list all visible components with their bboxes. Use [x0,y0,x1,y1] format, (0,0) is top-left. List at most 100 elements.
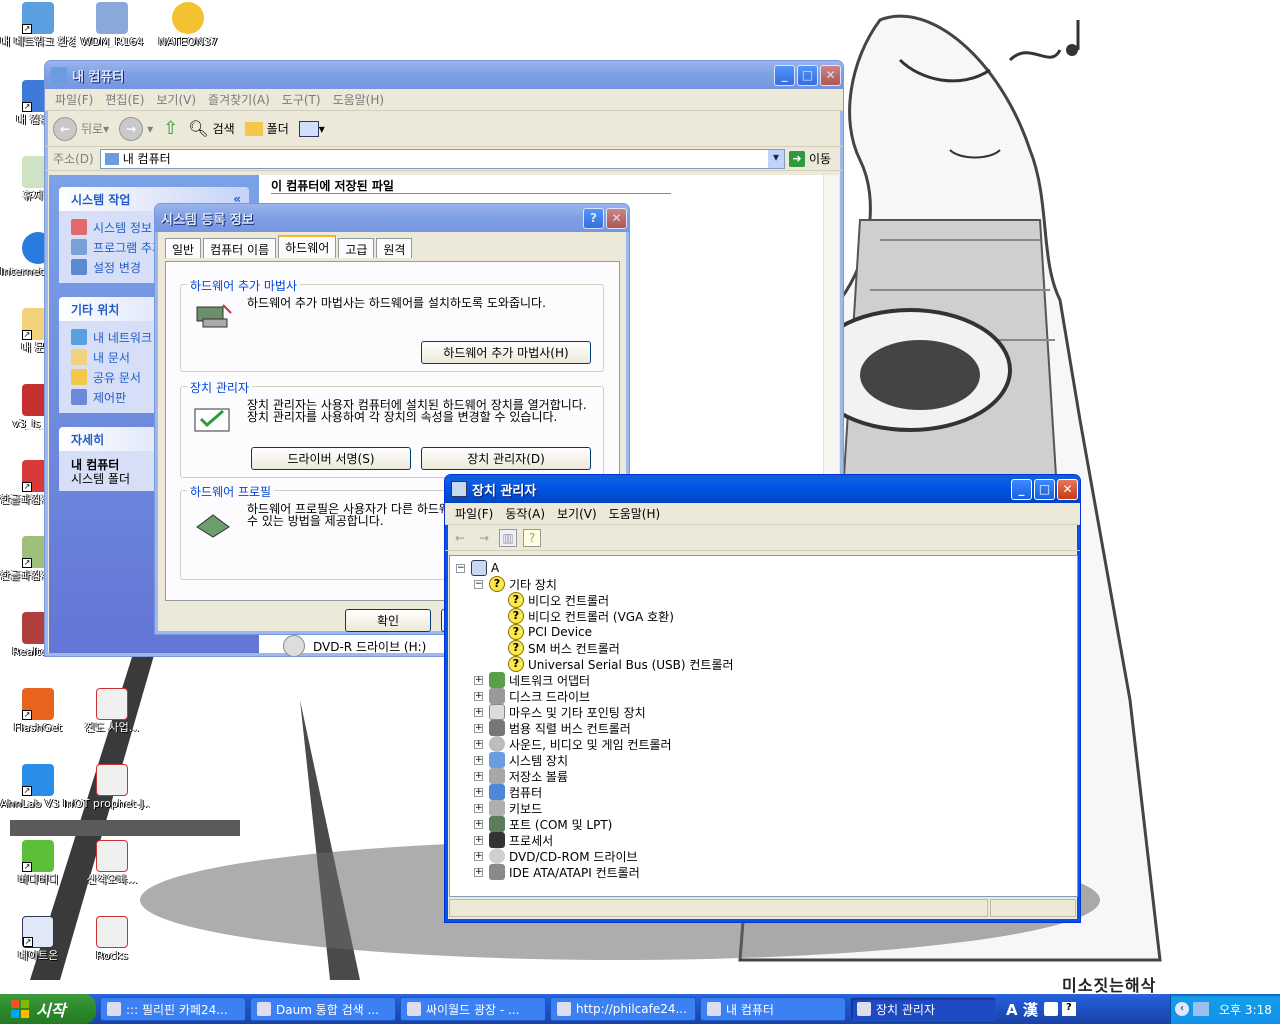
dropdown-arrow-icon[interactable]: ▾ [768,149,784,168]
up-folder-button[interactable]: ⇧ [163,118,178,139]
minimize-button[interactable]: _ [1011,478,1032,500]
device-manager-button[interactable]: 장치 관리자(D) [421,447,591,470]
go-button[interactable]: ➜ 이동 [789,150,839,167]
sysprop-titlebar[interactable]: 시스템 등록 정보 ? ✕ [155,204,629,232]
menu-file[interactable]: 파일(F) [449,503,499,524]
expand-icon[interactable]: + [474,819,483,829]
tree-category-ports[interactable]: + 포트 (COM 및 LPT) [474,816,612,832]
tree-device-item[interactable]: ? SM 버스 컨트롤러 [508,640,620,656]
desktop-icon-buddybuddy[interactable]: ↗ 버디버디 [0,840,76,886]
desktop-icon-ahnlab[interactable]: ↗ AhnLab V3 Internet S... [0,764,76,810]
language-bar[interactable]: A 漢 ? [1006,994,1166,1024]
maximize-button[interactable]: □ [797,64,818,86]
taskbar-button[interactable]: 내 컴퓨터 [700,997,846,1021]
tree-category-mouse[interactable]: + 마우스 및 기타 포인팅 장치 [474,704,646,720]
expand-icon[interactable]: + [474,835,483,845]
minimize-button[interactable]: _ [774,64,795,86]
menu-edit[interactable]: 편집(E) [99,89,150,110]
tree-other-devices[interactable]: − ? 기타 장치 [474,576,557,592]
menu-tools[interactable]: 도구(T) [276,89,327,110]
maximize-button[interactable]: □ [1034,478,1055,500]
expand-icon[interactable]: + [474,851,483,861]
tree-category-ide[interactable]: + IDE ATA/ATAPI 컨트롤러 [474,864,640,880]
menu-view[interactable]: 보기(V) [551,503,603,524]
network-status-icon[interactable] [1193,1002,1209,1016]
device-tree[interactable]: − A − ? 기타 장치 ? 비디오 컨트롤러 ? 비디오 컨트롤러 (VGA 호… [449,555,1078,897]
search-button[interactable]: 🔍︎ 검색 [188,119,234,138]
help-button[interactable]: ? [583,207,604,229]
tree-category-processor[interactable]: + 프로세서 [474,832,553,848]
tree-root[interactable]: − A [456,560,499,576]
taskbar-button[interactable]: ::: 필리핀 카페24... [100,997,246,1021]
tree-category-storage[interactable]: + 저장소 볼륨 [474,768,568,784]
expand-icon[interactable]: + [474,787,483,797]
close-button[interactable]: ✕ [1057,478,1078,500]
back-button[interactable]: ← 뒤로 ▾ [53,116,109,141]
tab-computer-name[interactable]: 컴퓨터 이름 [203,238,277,258]
tree-device-item[interactable]: ? 비디오 컨트롤러 [508,592,609,608]
taskbar-button[interactable]: 싸이월드 광장 - ... [400,997,546,1021]
expand-icon[interactable]: + [474,867,483,877]
desktop-icon-rocks[interactable]: Rocks [74,916,150,962]
menu-view[interactable]: 보기(V) [150,89,202,110]
expand-icon[interactable]: + [474,755,483,765]
tab-general[interactable]: 일반 [165,238,202,258]
menu-favorites[interactable]: 즐겨찾기(A) [202,89,276,110]
tree-device-item[interactable]: ? Universal Serial Bus (USB) 컨트롤러 [508,656,734,672]
desktop-icon-wdm[interactable]: WDM_R164 [74,2,150,48]
desktop-icon-nateon37[interactable]: NATEON37 [150,2,226,48]
desktop-icon-doc3[interactable]: 신석오빠... [74,840,150,886]
show-hide-console-tree-icon[interactable]: ▥ [499,528,517,547]
close-button[interactable]: ✕ [820,64,841,86]
taskbar-button-active[interactable]: 장치 관리자 [850,997,996,1021]
folders-button[interactable]: 폴더 [244,120,289,137]
tree-category-sound[interactable]: + 사운드, 비디오 및 게임 컨트롤러 [474,736,672,752]
close-button[interactable]: ✕ [606,207,627,229]
ime-indicator[interactable]: A 漢 [1006,999,1038,1020]
tree-category-network[interactable]: + 네트워크 어댑터 [474,672,590,688]
expand-icon[interactable]: + [474,675,483,685]
desktop-icon-doc2[interactable]: OT prophet-J... [74,764,150,810]
clock[interactable]: 오후 3:18 [1219,1001,1272,1018]
expand-icon[interactable]: + [474,707,483,717]
tree-category-system[interactable]: + 시스템 장치 [474,752,568,768]
expand-icon[interactable]: + [474,803,483,813]
collapse-icon[interactable]: − [474,579,483,589]
expand-icon[interactable]: + [474,739,483,749]
taskbar-button[interactable]: Daum 통합 검색 ... [250,997,396,1021]
tree-category-computer[interactable]: + 컴퓨터 [474,784,542,800]
ime-pad-icon[interactable] [1043,1002,1058,1016]
ok-button[interactable]: 확인 [345,609,431,632]
expand-icon[interactable]: + [474,723,483,733]
desktop-icon-doc1[interactable]: 전도 사업... [74,688,150,734]
tree-category-dvd[interactable]: + DVD/CD-ROM 드라이브 [474,848,638,864]
tree-category-disk[interactable]: + 디스크 드라이브 [474,688,590,704]
desktop-icon-nateon[interactable]: ↗ 네이트온 [0,916,76,962]
desktop-icon-network[interactable]: ↗ 내 네트워크 환경 [0,2,76,48]
add-hardware-wizard-button[interactable]: 하드웨어 추가 마법사(H) [421,341,591,364]
start-button[interactable]: 시작 [0,994,96,1024]
driver-signing-button[interactable]: 드라이버 서명(S) [251,447,411,470]
back-arrow-icon[interactable]: ← [451,529,469,547]
mycomputer-titlebar[interactable]: 내 컴퓨터 _ □ ✕ [45,61,843,89]
menu-action[interactable]: 동작(A) [499,503,551,524]
desktop-icon-flashget[interactable]: ↗ FlashGet [0,688,76,734]
tab-hardware[interactable]: 하드웨어 [278,235,337,258]
taskbar-button[interactable]: http://philcafe24... [550,997,696,1021]
forward-button[interactable]: → ▾ [119,116,153,141]
dvd-drive-item[interactable]: DVD-R 드라이브 (H:) [283,635,426,656]
menu-help[interactable]: 도움말(H) [327,89,391,110]
address-input[interactable]: 내 컴퓨터 ▾ [99,148,785,169]
tab-remote[interactable]: 원격 [376,238,413,258]
help-icon[interactable]: ? [1061,1002,1076,1016]
devmgr-titlebar[interactable]: 장치 관리자 _ □ ✕ [445,475,1080,503]
show-hidden-icons-chevron-icon[interactable]: ‹ [1175,1002,1189,1016]
menu-help[interactable]: 도움말(H) [603,503,667,524]
expand-icon[interactable]: + [474,771,483,781]
views-button[interactable]: ▾ [298,120,325,137]
tree-device-item[interactable]: ? 비디오 컨트롤러 (VGA 호환) [508,608,674,624]
tree-category-usb[interactable]: + 범용 직렬 버스 컨트롤러 [474,720,631,736]
tree-device-item[interactable]: ? PCI Device [508,624,592,640]
device-manager-window[interactable]: 장치 관리자 _ □ ✕ 파일(F) 동작(A) 보기(V) 도움말(H) ← … [444,474,1081,923]
forward-arrow-icon[interactable]: → [475,529,493,547]
